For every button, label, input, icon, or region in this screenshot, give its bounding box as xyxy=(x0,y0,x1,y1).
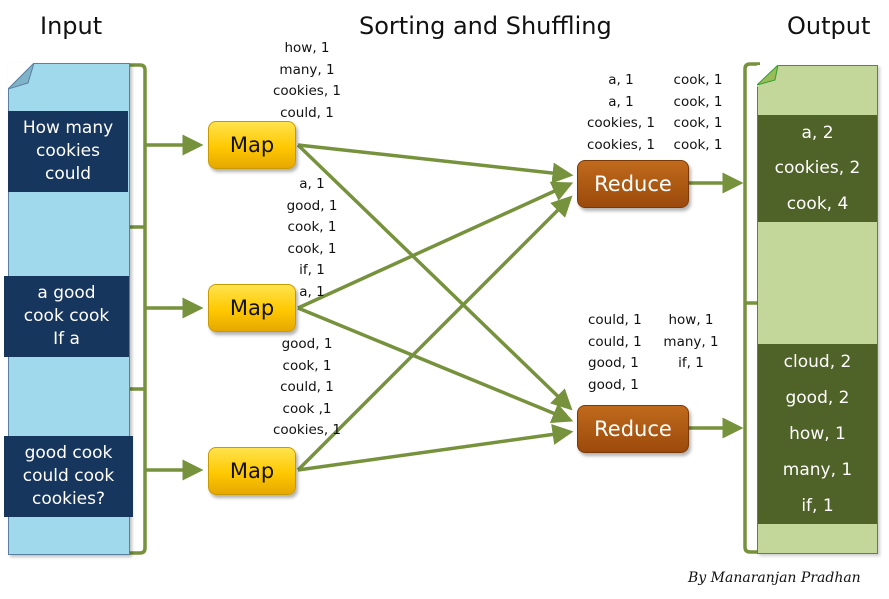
kv-pair: a, 1 xyxy=(299,176,325,192)
kv-pair: a, 1 xyxy=(608,72,634,88)
kv-pair: could, 1 xyxy=(588,312,642,328)
split-line: could xyxy=(44,164,92,184)
split-line: How many xyxy=(22,118,114,138)
kv-pair: if, 1 xyxy=(678,355,704,371)
kv-pair: cookies, 1 xyxy=(586,136,656,153)
output-block-2: cloud, 2 good, 2 how, 1 many, 1 if, 1 xyxy=(758,344,877,524)
input-split-3: good cook could cook cookies? xyxy=(4,436,133,517)
arrow-map1-reduce1 xyxy=(297,143,574,184)
reduce-box-1: Reduce xyxy=(577,160,689,208)
split-line: good cook xyxy=(24,443,113,463)
map1-emits: how, 1 many, 1 cookies, 1 could, 1 xyxy=(262,38,352,124)
result-pair: cook, 4 xyxy=(786,194,849,215)
result-pair: if, 1 xyxy=(801,496,834,516)
kv-pair: many, 1 xyxy=(279,61,335,78)
kv-pair: cookies, 1 xyxy=(586,115,656,131)
page-fold-icon xyxy=(8,63,34,89)
split-line: cookies? xyxy=(31,489,106,509)
kv-pair: good, 1 xyxy=(281,336,333,352)
kv-pair: cook, 1 xyxy=(287,219,337,235)
result-pair: many, 1 xyxy=(782,460,853,480)
input-split-1: How many cookies could xyxy=(8,111,128,192)
input-split-2: a good cook cook If a xyxy=(4,276,129,357)
kv-pair: could, 1 xyxy=(280,104,334,121)
kv-pair: cook, 1 xyxy=(673,93,723,110)
split-line: a good xyxy=(37,283,96,303)
author-credit: By Manaranjan Pradhan xyxy=(688,570,861,586)
result-pair: good, 2 xyxy=(785,388,850,408)
kv-pair: a, 1 xyxy=(299,283,325,300)
map3-emits: good, 1 cook, 1 could, 1 cook ,1 cookies… xyxy=(262,334,352,442)
split-line: cookies xyxy=(35,141,101,161)
kv-pair: cook, 1 xyxy=(673,136,723,153)
kv-pair: how, 1 xyxy=(668,312,714,328)
kv-pair: could, 1 xyxy=(588,333,642,350)
kv-pair: cook ,1 xyxy=(282,400,332,417)
kv-pair: a, 1 xyxy=(608,93,634,110)
map2-emits: a, 1 good, 1 cook, 1 cook, 1 if, 1 a, 1 xyxy=(272,174,352,303)
reduce2-inputs-col2: how, 1 many, 1 if, 1 xyxy=(658,310,724,375)
reduce2-inputs-col1: could, 1 could, 1 good, 1 good, 1 xyxy=(588,310,654,396)
reduce1-inputs-col2: cook, 1 cook, 1 cook, 1 cook, 1 xyxy=(666,70,730,156)
result-pair: a, 2 xyxy=(801,122,834,143)
kv-pair: could, 1 xyxy=(280,379,334,395)
result-pair: cloud, 2 xyxy=(783,352,852,372)
map-box-3: Map xyxy=(208,447,296,495)
kv-pair: cook, 1 xyxy=(287,240,337,257)
split-line: cook cook xyxy=(23,306,110,326)
split-line: If a xyxy=(53,329,80,349)
page-fold-icon xyxy=(757,65,779,87)
result-pair: how, 1 xyxy=(789,424,846,444)
map-box-1: Map xyxy=(208,121,296,169)
output-block-1: a, 2 cookies, 2 cook, 4 xyxy=(758,115,877,222)
kv-pair: cook, 1 xyxy=(673,115,723,131)
kv-pair: good, 1 xyxy=(588,376,639,393)
kv-pair: good, 1 xyxy=(286,197,338,214)
reduce-box-2: Reduce xyxy=(577,405,689,453)
split-line: could cook xyxy=(22,466,115,486)
kv-pair: many, 1 xyxy=(663,333,719,350)
kv-pair: if, 1 xyxy=(299,262,325,278)
reduce1-inputs-col1: a, 1 a, 1 cookies, 1 cookies, 1 xyxy=(578,70,664,156)
kv-pair: good, 1 xyxy=(588,355,639,371)
kv-pair: cook, 1 xyxy=(282,357,332,374)
kv-pair: cook, 1 xyxy=(673,72,723,88)
flow-arrows xyxy=(128,62,760,555)
kv-pair: cookies, 1 xyxy=(272,83,342,99)
kv-pair: cookies, 1 xyxy=(272,422,342,438)
result-pair: cookies, 2 xyxy=(774,158,861,179)
kv-pair: how, 1 xyxy=(284,40,330,56)
